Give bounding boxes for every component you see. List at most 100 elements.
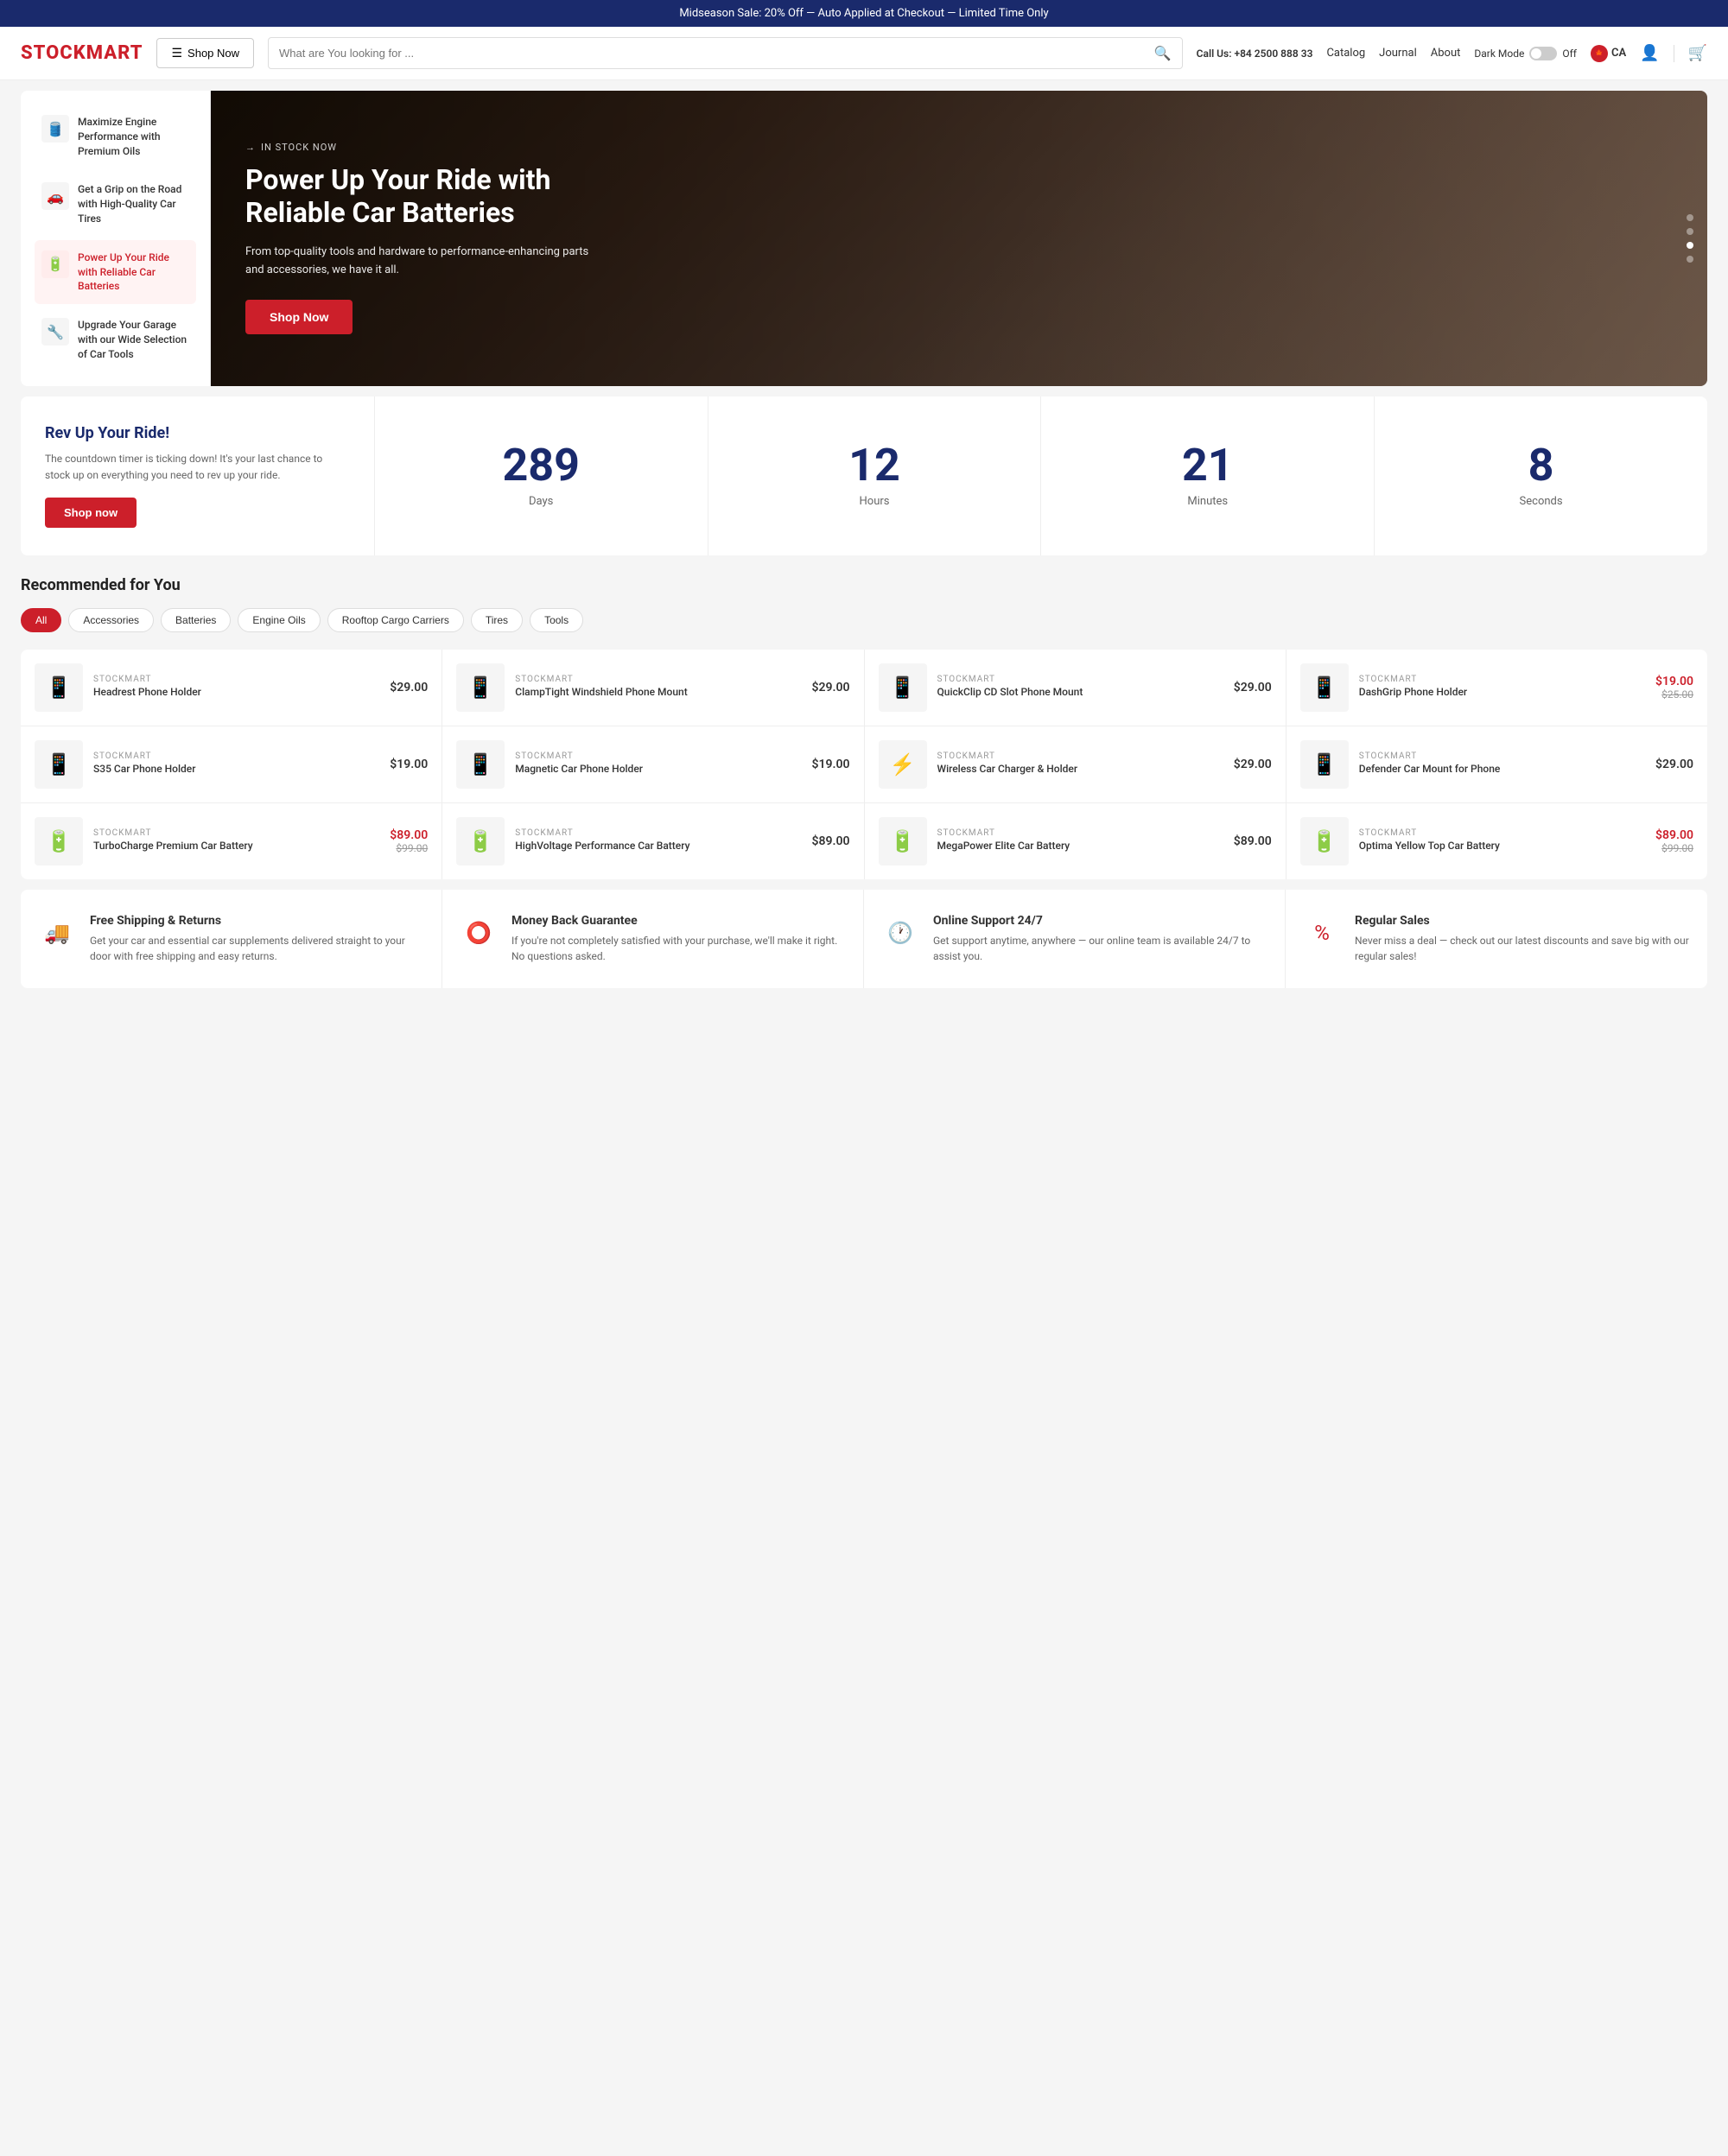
product-card[interactable]: 📱 STOCKMART QuickClip CD Slot Phone Moun… xyxy=(865,650,1286,726)
product-card[interactable]: 📱 STOCKMART Magnetic Car Phone Holder $1… xyxy=(442,726,863,802)
sidebar-item-3[interactable]: 🔧 Upgrade Your Garage with our Wide Sele… xyxy=(35,308,196,371)
days-value: 289 xyxy=(502,443,580,488)
product-info: STOCKMART MegaPower Elite Car Battery xyxy=(937,828,1223,855)
benefit-item-1: ⭕ Money Back Guarantee If you're not com… xyxy=(442,890,864,988)
price-current: $89.00 xyxy=(1234,834,1272,848)
product-brand: STOCKMART xyxy=(515,828,801,838)
price-current: $29.00 xyxy=(1655,758,1693,771)
product-price: $89.00 xyxy=(812,834,850,848)
product-card[interactable]: 🔋 STOCKMART HighVoltage Performance Car … xyxy=(442,803,863,879)
benefit-title-3: Regular Sales xyxy=(1355,914,1690,928)
countdown-cta-button[interactable]: Shop now xyxy=(45,498,137,528)
country-code: CA xyxy=(1611,47,1626,60)
filter-tab-accessories[interactable]: Accessories xyxy=(68,608,154,632)
product-price: $29.00 xyxy=(812,681,850,694)
about-link[interactable]: About xyxy=(1431,47,1461,60)
countdown-seconds: 8 Seconds xyxy=(1374,396,1707,555)
catalog-link[interactable]: Catalog xyxy=(1326,47,1365,60)
filter-tabs: All Accessories Batteries Engine Oils Roofto… xyxy=(21,608,1707,632)
sidebar-text-3: Upgrade Your Garage with our Wide Select… xyxy=(78,318,189,361)
product-price: $19.00 $25.00 xyxy=(1655,675,1693,701)
hero-sidebar: 🛢️ Maximize Engine Performance with Prem… xyxy=(21,91,211,386)
product-brand: STOCKMART xyxy=(93,675,379,684)
country-selector[interactable]: 🍁 CA xyxy=(1591,45,1626,62)
product-image: ⚡ xyxy=(879,740,927,789)
product-image: 📱 xyxy=(1300,663,1349,712)
dot-1[interactable] xyxy=(1687,214,1693,221)
product-card[interactable]: 📱 STOCKMART DashGrip Phone Holder $19.00… xyxy=(1286,650,1707,726)
product-name: HighVoltage Performance Car Battery xyxy=(515,840,801,853)
product-card[interactable]: 🔋 STOCKMART Optima Yellow Top Car Batter… xyxy=(1286,803,1707,879)
hours-label: Hours xyxy=(860,495,890,508)
filter-tab-batteries[interactable]: Batteries xyxy=(161,608,231,632)
price-current: $89.00 xyxy=(812,834,850,848)
product-card[interactable]: ⚡ STOCKMART Wireless Car Charger & Holde… xyxy=(865,726,1286,802)
seconds-value: 8 xyxy=(1528,443,1554,488)
product-info: STOCKMART Headrest Phone Holder xyxy=(93,675,379,701)
price-current: $89.00 xyxy=(390,828,428,842)
sidebar-icon-0: 🛢️ xyxy=(41,115,69,143)
benefit-icon-0: 🚚 xyxy=(38,914,76,952)
price-current: $19.00 xyxy=(1655,675,1693,688)
product-card[interactable]: 📱 STOCKMART Defender Car Mount for Phone… xyxy=(1286,726,1707,802)
product-info: STOCKMART ClampTight Windshield Phone Mo… xyxy=(515,675,801,701)
product-info: STOCKMART Wireless Car Charger & Holder xyxy=(937,751,1223,778)
benefit-content-1: Money Back Guarantee If you're not compl… xyxy=(511,914,846,964)
product-brand: STOCKMART xyxy=(937,675,1223,684)
product-name: ClampTight Windshield Phone Mount xyxy=(515,686,801,700)
product-brand: STOCKMART xyxy=(937,828,1223,838)
hero-cta-button[interactable]: Shop Now xyxy=(245,300,353,334)
product-card[interactable]: 🔋 STOCKMART MegaPower Elite Car Battery … xyxy=(865,803,1286,879)
filter-tab-tools[interactable]: Tools xyxy=(530,608,583,632)
sidebar-text-1: Get a Grip on the Road with High-Quality… xyxy=(78,182,189,225)
product-price: $19.00 xyxy=(812,758,850,771)
product-brand: STOCKMART xyxy=(515,751,801,761)
product-info: STOCKMART TurboCharge Premium Car Batter… xyxy=(93,828,379,855)
filter-tab-all[interactable]: All xyxy=(21,608,61,632)
product-price: $19.00 xyxy=(390,758,428,771)
product-image: 🔋 xyxy=(456,817,505,866)
filter-tab-engine-oils[interactable]: Engine Oils xyxy=(238,608,320,632)
journal-link[interactable]: Journal xyxy=(1379,47,1417,60)
product-info: STOCKMART Defender Car Mount for Phone xyxy=(1359,751,1645,778)
dot-4[interactable] xyxy=(1687,256,1693,263)
search-icon[interactable]: 🔍 xyxy=(1154,45,1172,61)
product-card[interactable]: 📱 STOCKMART Headrest Phone Holder $29.00 xyxy=(21,650,442,726)
price-current: $89.00 xyxy=(1655,828,1693,842)
benefit-content-3: Regular Sales Never miss a deal — check … xyxy=(1355,914,1690,964)
countdown-days: 289 Days xyxy=(374,396,708,555)
product-image: 📱 xyxy=(1300,740,1349,789)
logo[interactable]: STOCKMART xyxy=(21,42,143,64)
search-input[interactable] xyxy=(279,47,1147,60)
sidebar-item-2[interactable]: 🔋 Power Up Your Ride with Reliable Car B… xyxy=(35,240,196,304)
countdown-hours: 12 Hours xyxy=(708,396,1041,555)
benefit-content-0: Free Shipping & Returns Get your car and… xyxy=(90,914,424,964)
product-name: Wireless Car Charger & Holder xyxy=(937,763,1223,777)
product-card[interactable]: 📱 STOCKMART S35 Car Phone Holder $19.00 xyxy=(21,726,442,802)
menu-icon: ☰ xyxy=(171,46,182,60)
filter-tab-tires[interactable]: Tires xyxy=(471,608,523,632)
cart-icon[interactable]: 🛒 xyxy=(1688,44,1707,62)
sidebar-icon-2: 🔋 xyxy=(41,250,69,278)
product-card[interactable]: 📱 STOCKMART ClampTight Windshield Phone … xyxy=(442,650,863,726)
shop-now-button[interactable]: ☰ Shop Now xyxy=(156,38,254,68)
header: STOCKMART ☰ Shop Now 🔍 Call Us: +84 2500… xyxy=(0,27,1728,80)
dark-mode-toggle[interactable]: Dark Mode Off xyxy=(1474,47,1577,60)
product-price: $89.00 $99.00 xyxy=(390,828,428,854)
countdown-section: Rev Up Your Ride! The countdown timer is… xyxy=(21,396,1707,555)
benefit-title-2: Online Support 24/7 xyxy=(933,914,1267,928)
price-original: $99.00 xyxy=(396,842,428,854)
toggle-switch[interactable] xyxy=(1529,47,1557,60)
filter-tab-rooftop-cargo-carriers[interactable]: Rooftop Cargo Carriers xyxy=(327,608,464,632)
sidebar-item-0[interactable]: 🛢️ Maximize Engine Performance with Prem… xyxy=(35,105,196,168)
user-icon[interactable]: 👤 xyxy=(1640,44,1659,62)
sidebar-text-2: Power Up Your Ride with Reliable Car Bat… xyxy=(78,250,189,294)
product-card[interactable]: 🔋 STOCKMART TurboCharge Premium Car Batt… xyxy=(21,803,442,879)
product-image: 📱 xyxy=(456,663,505,712)
header-right: Call Us: +84 2500 888 33 Catalog Journal… xyxy=(1197,44,1707,62)
product-brand: STOCKMART xyxy=(1359,751,1645,761)
dot-3[interactable] xyxy=(1687,242,1693,249)
dot-2[interactable] xyxy=(1687,228,1693,235)
sidebar-item-1[interactable]: 🚗 Get a Grip on the Road with High-Quali… xyxy=(35,172,196,236)
nav-links: Catalog Journal About xyxy=(1326,47,1460,60)
